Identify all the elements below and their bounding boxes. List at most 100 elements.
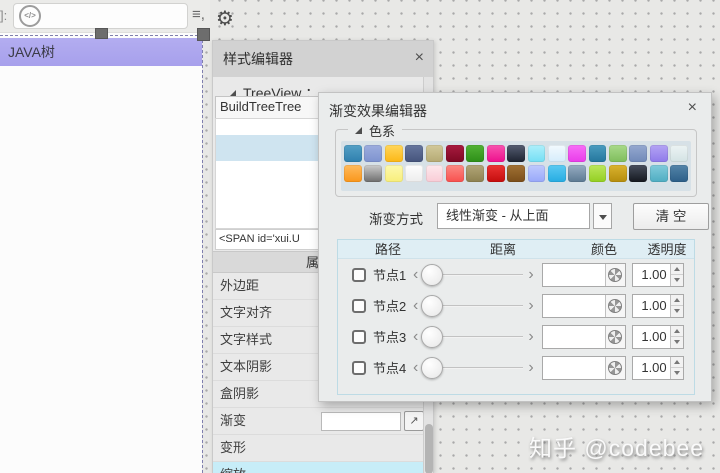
- color-value[interactable]: [543, 357, 605, 379]
- color-picker-button[interactable]: [605, 264, 625, 286]
- slider-left-icon[interactable]: ‹: [413, 299, 418, 313]
- slider-right-icon[interactable]: ›: [528, 299, 533, 313]
- palette-legend[interactable]: 色系: [348, 121, 402, 140]
- node-checkbox[interactable]: [352, 330, 366, 344]
- color-swatch[interactable]: [446, 165, 464, 182]
- spin-down-icon[interactable]: [671, 368, 683, 379]
- color-swatch[interactable]: [528, 165, 546, 182]
- color-swatch[interactable]: [487, 165, 505, 182]
- gradient-value-input[interactable]: [321, 412, 401, 431]
- slider-thumb[interactable]: [421, 357, 443, 379]
- color-swatch[interactable]: [548, 165, 566, 182]
- color-value[interactable]: [543, 326, 605, 348]
- spin-down-icon[interactable]: [671, 306, 683, 317]
- node-checkbox[interactable]: [352, 268, 366, 282]
- slider-right-icon[interactable]: ›: [528, 361, 533, 375]
- opacity-spinner[interactable]: 1.00: [632, 294, 684, 318]
- opacity-spinner[interactable]: 1.00: [632, 356, 684, 380]
- tree-item-java[interactable]: JAVA树: [0, 38, 202, 66]
- color-swatch[interactable]: [405, 165, 423, 182]
- toolbar-field[interactable]: </>: [13, 3, 188, 29]
- color-picker-button[interactable]: [605, 295, 625, 317]
- opacity-value[interactable]: 1.00: [633, 326, 670, 348]
- distance-slider[interactable]: [421, 325, 525, 349]
- opacity-spinner[interactable]: 1.00: [632, 263, 684, 287]
- color-swatch[interactable]: [344, 165, 362, 182]
- color-swatch[interactable]: [507, 165, 525, 182]
- color-swatch[interactable]: [589, 145, 607, 162]
- spin-up-icon[interactable]: [671, 264, 683, 276]
- distance-slider[interactable]: [421, 294, 525, 318]
- color-value[interactable]: [543, 264, 605, 286]
- color-swatch[interactable]: [609, 165, 627, 182]
- opacity-spinner[interactable]: 1.00: [632, 325, 684, 349]
- gradient-mode-select[interactable]: 线性渐变 - 从上面: [437, 203, 590, 229]
- slider-left-icon[interactable]: ‹: [413, 361, 418, 375]
- color-picker-button[interactable]: [605, 357, 625, 379]
- spin-up-icon[interactable]: [671, 295, 683, 307]
- clear-button[interactable]: 清 空: [633, 203, 709, 230]
- color-swatch[interactable]: [487, 145, 505, 162]
- color-field[interactable]: [542, 294, 626, 318]
- span-snippet-field[interactable]: <SPAN id='xui.U: [215, 229, 331, 250]
- code-icon[interactable]: </>: [19, 5, 41, 27]
- distance-slider[interactable]: [421, 356, 525, 380]
- spin-down-icon[interactable]: [671, 275, 683, 286]
- node-checkbox[interactable]: [352, 299, 366, 313]
- scrollbar-thumb[interactable]: [425, 424, 433, 473]
- color-swatch[interactable]: [385, 165, 403, 182]
- opacity-value[interactable]: 1.00: [633, 295, 670, 317]
- color-swatch[interactable]: [426, 145, 444, 162]
- color-swatch[interactable]: [629, 145, 647, 162]
- spin-up-icon[interactable]: [671, 357, 683, 369]
- color-swatch[interactable]: [568, 145, 586, 162]
- color-swatch[interactable]: [344, 145, 362, 162]
- slider-right-icon[interactable]: ›: [528, 330, 533, 344]
- color-value[interactable]: [543, 295, 605, 317]
- color-swatch[interactable]: [548, 145, 566, 162]
- color-swatch[interactable]: [568, 165, 586, 182]
- color-swatch[interactable]: [650, 145, 668, 162]
- color-swatch[interactable]: [426, 165, 444, 182]
- distance-slider[interactable]: [421, 263, 525, 287]
- select-arrow-button[interactable]: [593, 203, 612, 229]
- opacity-value[interactable]: 1.00: [633, 357, 670, 379]
- spin-up-icon[interactable]: [671, 326, 683, 338]
- color-swatch[interactable]: [507, 145, 525, 162]
- color-swatch[interactable]: [528, 145, 546, 162]
- color-swatch[interactable]: [405, 145, 423, 162]
- color-swatch[interactable]: [364, 165, 382, 182]
- slider-left-icon[interactable]: ‹: [413, 330, 418, 344]
- spin-down-icon[interactable]: [671, 337, 683, 348]
- color-field[interactable]: [542, 263, 626, 287]
- resize-handle-top[interactable]: [95, 28, 108, 39]
- color-field[interactable]: [542, 325, 626, 349]
- slider-thumb[interactable]: [421, 264, 443, 286]
- color-swatch[interactable]: [650, 165, 668, 182]
- color-swatch[interactable]: [670, 145, 688, 162]
- prop-row-gradient[interactable]: 渐变 ↗: [213, 408, 425, 435]
- color-swatch[interactable]: [466, 145, 484, 162]
- color-picker-button[interactable]: [605, 326, 625, 348]
- node-checkbox[interactable]: [352, 361, 366, 375]
- color-swatch[interactable]: [589, 165, 607, 182]
- style-editor-header[interactable]: 样式编辑器 ×: [213, 41, 433, 77]
- slider-thumb[interactable]: [421, 326, 443, 348]
- resize-handle-corner[interactable]: [197, 28, 210, 41]
- list-icon[interactable]: ≡,: [192, 6, 205, 23]
- color-field[interactable]: [542, 356, 626, 380]
- slider-left-icon[interactable]: ‹: [413, 268, 418, 282]
- color-swatch[interactable]: [670, 165, 688, 182]
- opacity-value[interactable]: 1.00: [633, 264, 670, 286]
- slider-right-icon[interactable]: ›: [528, 268, 533, 282]
- close-icon[interactable]: ×: [688, 99, 697, 117]
- tab-buildtree[interactable]: BuildTreeTree: [215, 96, 331, 118]
- color-swatch[interactable]: [364, 145, 382, 162]
- close-icon[interactable]: ×: [415, 49, 424, 67]
- gear-icon[interactable]: ⚙: [216, 8, 234, 28]
- color-swatch[interactable]: [446, 145, 464, 162]
- color-swatch[interactable]: [385, 145, 403, 162]
- color-swatch[interactable]: [609, 145, 627, 162]
- color-swatch[interactable]: [466, 165, 484, 182]
- prop-row-scale[interactable]: 缩放: [213, 462, 425, 473]
